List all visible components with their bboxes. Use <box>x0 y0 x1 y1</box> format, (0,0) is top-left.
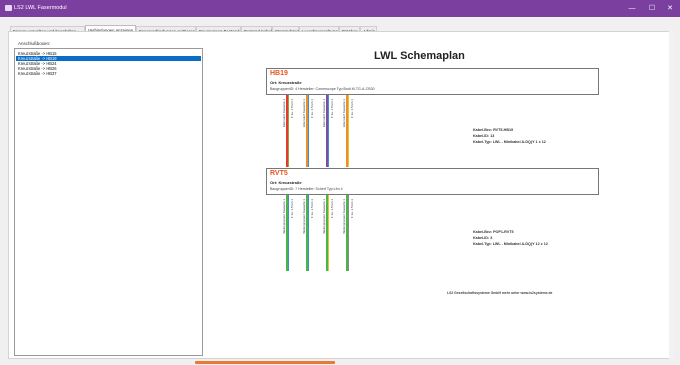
rvt5-wire-label: Weitergruppen Kassette 1 <box>342 199 346 234</box>
hb19-wire-length: F 1a. 1.5 km 1 <box>350 99 354 119</box>
rvt5-wire-length: F 1a. 1.5 km 1 <box>350 199 354 219</box>
device-name: HB19 <box>270 70 288 77</box>
hb19-wire-accent-4 <box>348 95 349 167</box>
device-name: RVT5 <box>270 170 288 177</box>
hb19-wire-accent-2 <box>308 95 309 167</box>
title-bar: LS2 LWL Fasermodul — ☐ ✕ <box>0 0 680 17</box>
cable-typ: Kabel-Typ: LWL - Minikabel A-DQ(Y 1 x 12 <box>473 140 546 144</box>
cable-info-2: Kabel-Bez: POP1-RVT5 Kabel-ID: 3 Kabel-T… <box>473 229 548 247</box>
device-box-hb19: HB19 Ort: Kreuzstraße BaugruppenID: 4 He… <box>266 68 599 95</box>
hb19-wire-label: Ebersdorf Kassette 1 <box>342 99 346 128</box>
rvt5-wire-accent-3 <box>328 195 329 271</box>
device-location: Ort: Kreuzstraße <box>270 80 302 85</box>
footer-text: LS2 Gesellschaftssysteme GmbH mehr unter… <box>447 291 553 295</box>
anschlussboxen-list[interactable]: Kreuzstraße -> HB15 Kreuzstraße -> HB19 … <box>14 48 203 356</box>
device-detail: BaugruppenID: 7 Hersteller: Scherf Typ:L… <box>270 187 343 191</box>
rvt5-wire-label: Weitergruppen Kassette 1 <box>302 199 306 234</box>
rvt5-wire-accent-1 <box>288 195 289 271</box>
hb19-wire-accent-3 <box>328 95 329 167</box>
rvt5-wire-length: F 1a. 1.5 km 1 <box>290 199 294 219</box>
minimize-button[interactable]: — <box>622 0 642 17</box>
device-box-rvt5: RVT5 Ort: Kreuzstraße BaugruppenID: 7 He… <box>266 168 599 195</box>
hb19-wire-length: F 1a. 1.5 km 1 <box>330 99 334 119</box>
window-title: LS2 LWL Fasermodul <box>14 5 67 11</box>
cable-info-1: Kabel-Bez: RVT5-HB19 Kabel-ID: 13 Kabel-… <box>473 127 546 145</box>
device-detail: BaugruppenID: 4 Hersteller: Commscope Ty… <box>270 87 375 91</box>
horizontal-scrollbar[interactable] <box>195 361 335 364</box>
vertical-scrollbar[interactable] <box>669 31 674 359</box>
rvt5-wire-length: F 1a. 1.5 km 1 <box>330 199 334 219</box>
maximize-button[interactable]: ☐ <box>642 0 662 17</box>
rvt5-wire-accent-2 <box>308 195 309 271</box>
hb19-wire-length: F 1a. 1.5 km 1 <box>310 99 314 119</box>
hb19-wire-label: Ebersdorf Kassette 1 <box>302 99 306 128</box>
cable-typ: Kabel-Typ: LWL - Minikabel A-DQ(Y 12 x 1… <box>473 242 548 246</box>
hb19-wire-accent-1 <box>288 95 289 167</box>
schematic-title: LWL Schemaplan <box>374 50 465 62</box>
rvt5-wire-label: Weitergruppen Kassette 1 <box>322 199 326 234</box>
app-icon <box>5 5 12 11</box>
tab-bar: Fasern verwalten und beschalten Verbindu… <box>0 17 680 37</box>
rvt5-wire-accent-4 <box>348 195 349 271</box>
close-button[interactable]: ✕ <box>660 0 680 17</box>
hb19-wire-label: Ebersdorf Kassette 1 <box>322 99 326 128</box>
device-location: Ort: Kreuzstraße <box>270 180 302 185</box>
anschlussboxen-label: Anschlußboxen: <box>18 41 51 46</box>
hb19-wire-label: Ebersdorf Kassette 1 <box>282 99 286 128</box>
list-item[interactable]: Kreuzstraße -> HB37 <box>16 71 201 76</box>
rvt5-wire-length: F 1a. 1.5 km 1 <box>310 199 314 219</box>
hb19-wire-length: F 1a. 1.5 km 1 <box>290 99 294 119</box>
rvt5-wire-label: Weitergruppen Kassette 1 <box>282 199 286 234</box>
